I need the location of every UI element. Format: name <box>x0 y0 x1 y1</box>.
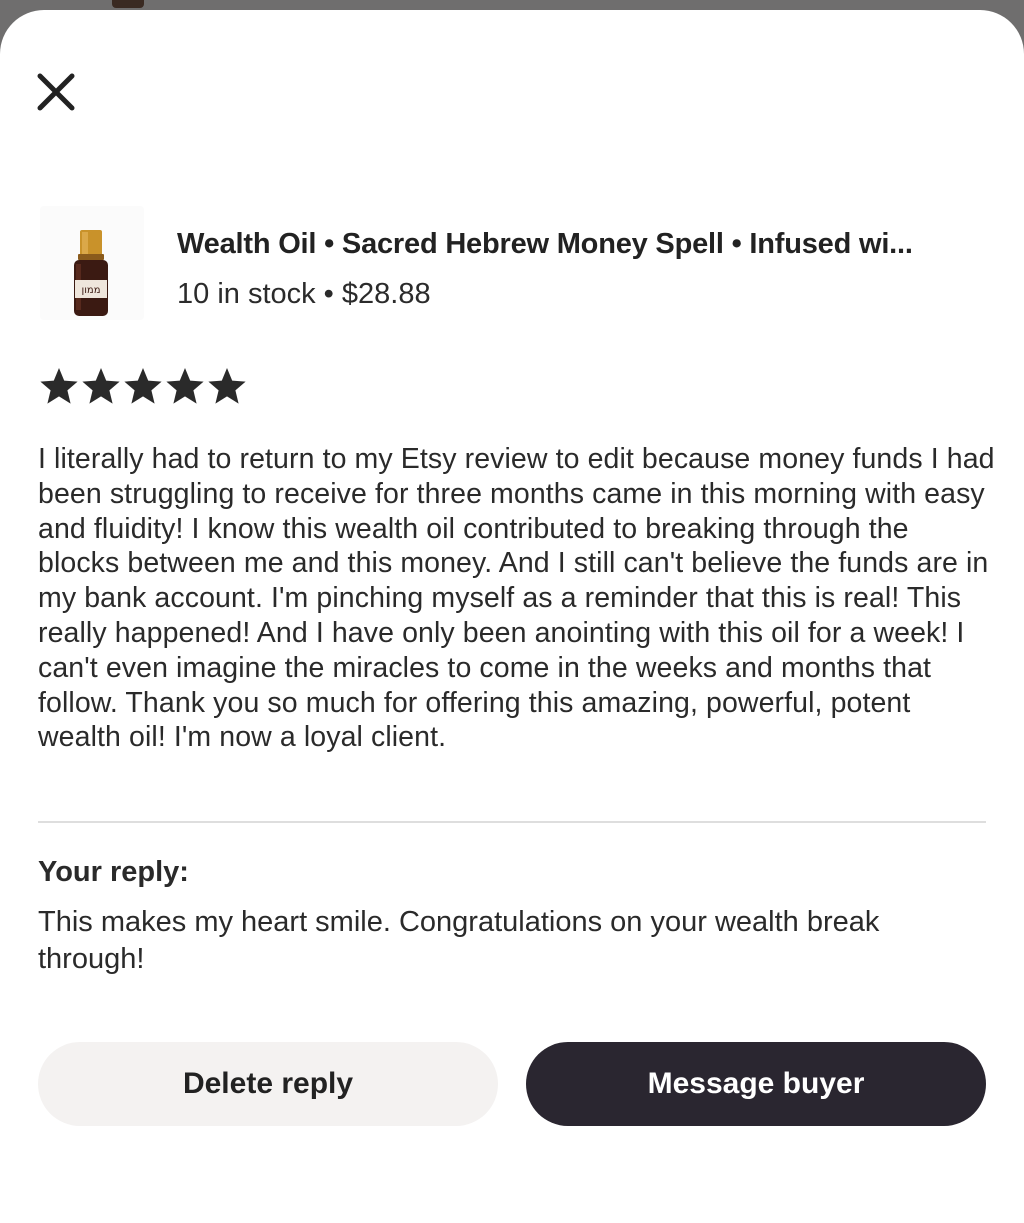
review-text: I literally had to return to my Etsy rev… <box>38 443 995 754</box>
reply-label: Your reply: <box>38 856 189 888</box>
reply-text: This makes my heart smile. Congratulatio… <box>38 906 880 975</box>
star-icon <box>208 368 246 404</box>
star-rating <box>38 366 248 406</box>
oil-bottle-image: ממון <box>40 206 144 320</box>
background-content-peek <box>112 0 144 8</box>
star-icon <box>82 368 120 404</box>
thumbnail-label: ממון <box>81 285 100 296</box>
product-thumbnail[interactable]: ממון <box>40 206 144 320</box>
review-detail-sheet: ממון Wealth Oil • Sacred Hebrew Money Sp… <box>0 10 1024 1223</box>
delete-reply-button[interactable]: Delete reply <box>38 1042 498 1126</box>
product-summary[interactable]: ממון Wealth Oil • Sacred Hebrew Money Sp… <box>40 206 990 326</box>
close-button[interactable] <box>30 66 82 118</box>
star-icon <box>124 368 162 404</box>
star-icon <box>40 368 78 404</box>
product-stock-price: 10 in stock • $28.88 <box>177 278 431 310</box>
star-icon <box>166 368 204 404</box>
divider <box>38 821 986 823</box>
message-buyer-button[interactable]: Message buyer <box>526 1042 986 1126</box>
product-title[interactable]: Wealth Oil • Sacred Hebrew Money Spell •… <box>177 228 989 261</box>
close-icon <box>37 73 75 111</box>
